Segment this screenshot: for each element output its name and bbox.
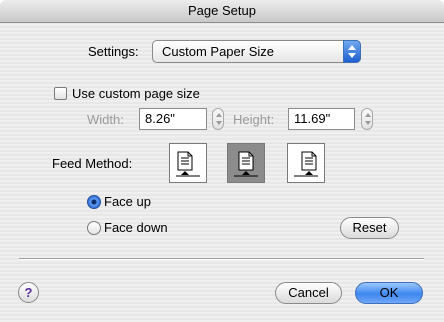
height-field[interactable]: 11.69" xyxy=(288,108,355,130)
divider xyxy=(19,258,424,260)
face-down-label: Face down xyxy=(104,220,168,235)
face-up-label: Face up xyxy=(104,194,151,209)
settings-popup[interactable]: Custom Paper Size xyxy=(152,40,361,63)
face-down-radio[interactable] xyxy=(87,221,101,235)
custom-size-label: Use custom page size xyxy=(72,86,200,101)
face-up-radio[interactable] xyxy=(87,195,101,209)
feed-left-icon xyxy=(176,151,200,177)
custom-size-checkbox[interactable] xyxy=(54,87,67,100)
popup-arrows-icon xyxy=(343,40,361,63)
height-label: Height: xyxy=(233,112,275,127)
feed-right-icon xyxy=(294,151,318,177)
feed-option-right[interactable] xyxy=(287,143,325,183)
window-title: Page Setup xyxy=(188,3,256,18)
width-stepper[interactable] xyxy=(212,108,224,130)
help-button[interactable]: ? xyxy=(18,282,39,303)
feed-center-icon xyxy=(234,151,258,177)
settings-popup-value: Custom Paper Size xyxy=(162,44,274,59)
height-stepper[interactable] xyxy=(361,108,373,130)
feed-method-label: Feed Method: xyxy=(52,156,133,171)
cancel-button[interactable]: Cancel xyxy=(275,282,342,304)
width-label: Width: xyxy=(87,112,124,127)
feed-option-center[interactable] xyxy=(227,143,265,183)
page-setup-dialog: Page Setup Settings: Custom Paper Size U… xyxy=(0,0,444,322)
stepper-arrows-icon xyxy=(365,113,371,125)
settings-label: Settings: xyxy=(88,44,139,59)
ok-button[interactable]: OK xyxy=(355,282,423,304)
stepper-arrows-icon xyxy=(216,113,222,125)
reset-button[interactable]: Reset xyxy=(340,217,399,239)
title-bar: Page Setup xyxy=(0,0,444,23)
width-field[interactable]: 8.26" xyxy=(139,108,207,130)
feed-option-left[interactable] xyxy=(169,143,207,183)
